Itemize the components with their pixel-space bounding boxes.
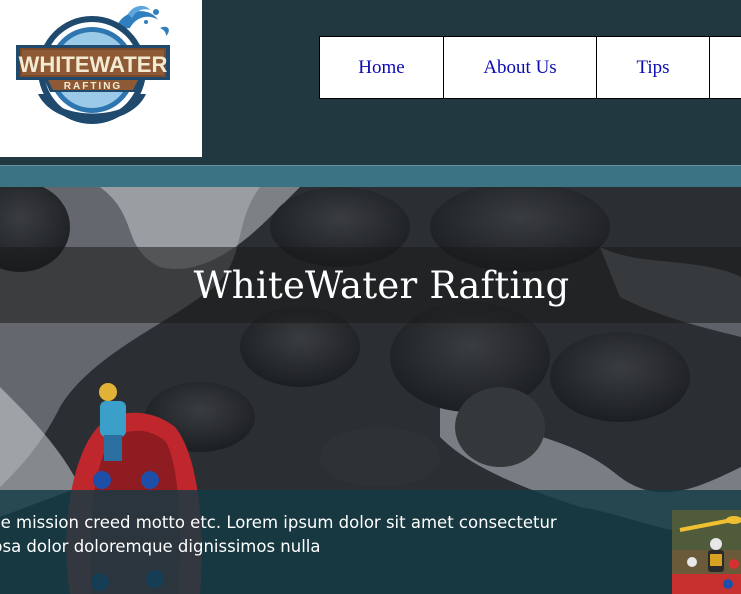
main-nav: Home About Us Tips (319, 36, 741, 99)
nav-home-label[interactable]: Home (358, 57, 404, 79)
nav-tips[interactable]: Tips (596, 36, 710, 99)
logo-text-line2: RAFTING (64, 81, 122, 92)
site-header: WHITEWATER RAFTING Home About Us Tips (0, 0, 741, 166)
nav-item-partial[interactable] (709, 36, 741, 99)
nav-about-us-label[interactable]: About Us (483, 57, 556, 79)
mission-line-2: psa dolor doloremque dignissimos nulla (0, 537, 321, 556)
rafting-photo (672, 510, 741, 594)
whitewater-rafting-logo: WHITEWATER RAFTING (16, 5, 170, 124)
hero-section: WhiteWater Rafting se mission creed mott… (0, 187, 741, 594)
nav-about-us[interactable]: About Us (443, 36, 597, 99)
hero-title-band: WhiteWater Rafting (0, 247, 741, 323)
nav-tips-label[interactable]: Tips (636, 57, 669, 79)
mission-text: se mission creed motto etc. Lorem ipsum … (0, 511, 640, 559)
hero-title: WhiteWater Rafting (193, 263, 570, 307)
mission-panel: se mission creed motto etc. Lorem ipsum … (0, 490, 741, 594)
accent-band (0, 166, 741, 187)
rafting-photo-thumbnail[interactable] (672, 510, 741, 594)
logo-container[interactable]: WHITEWATER RAFTING (0, 0, 202, 157)
mission-line-1: se mission creed motto etc. Lorem ipsum … (0, 513, 557, 532)
logo-text-line1: WHITEWATER (19, 52, 168, 77)
nav-home[interactable]: Home (319, 36, 444, 99)
